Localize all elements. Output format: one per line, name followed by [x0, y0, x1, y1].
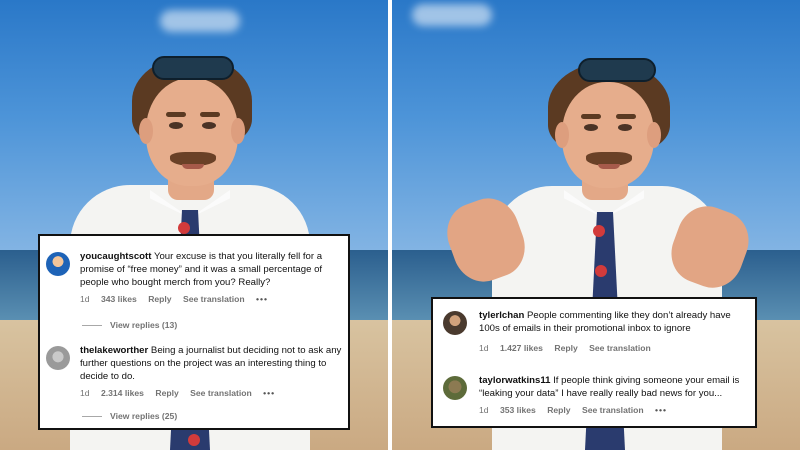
user-avatar-icon[interactable] [443, 376, 467, 400]
reply-button[interactable]: Reply [547, 405, 570, 415]
view-replies-button[interactable]: View replies (25) [82, 411, 177, 421]
video-frame-right: tylerlchan People commenting like they d… [392, 0, 800, 450]
comment-body: thelakeworther Being a journalist but de… [80, 344, 342, 383]
video-frame-left: youcaughtscott Your excuse is that you l… [0, 0, 388, 450]
reply-button[interactable]: Reply [148, 294, 171, 304]
see-translation-button[interactable]: See translation [582, 405, 644, 415]
reply-thread-line [82, 416, 102, 418]
comment-age: 1d [80, 388, 90, 398]
view-replies-label: View replies (13) [110, 320, 178, 330]
comment-likes[interactable]: 343 likes [101, 294, 137, 304]
see-translation-button[interactable]: See translation [589, 343, 651, 353]
comment-age: 1d [479, 343, 489, 353]
comment-body: tylerlchan People commenting like they d… [479, 309, 751, 335]
view-replies-button[interactable]: View replies (13) [82, 320, 177, 330]
more-options-icon[interactable]: ••• [256, 294, 268, 304]
user-avatar-icon[interactable] [46, 346, 70, 370]
comment-body: taylorwatkins11 If people think giving s… [479, 374, 751, 400]
reply-button[interactable]: Reply [554, 343, 577, 353]
user-avatar-icon[interactable] [443, 311, 467, 335]
comment-username[interactable]: thelakeworther [80, 345, 148, 356]
comment-body: youcaughtscott Your excuse is that you l… [80, 250, 342, 289]
comment-card: youcaughtscott Your excuse is that you l… [38, 234, 350, 430]
user-avatar-icon[interactable] [46, 252, 70, 276]
comment-username[interactable]: taylorwatkins11 [479, 375, 550, 386]
comment-meta: 1d 353 likes Reply See translation ••• [479, 405, 676, 415]
see-translation-button[interactable]: See translation [183, 294, 245, 304]
comment-likes[interactable]: 1.427 likes [500, 343, 543, 353]
comment-age: 1d [80, 294, 90, 304]
comment-likes[interactable]: 353 likes [500, 405, 536, 415]
comment-likes[interactable]: 2.314 likes [101, 388, 144, 398]
comment-username[interactable]: tylerlchan [479, 310, 524, 321]
comment-meta: 1d 1.427 likes Reply See translation [479, 343, 660, 353]
comment-age: 1d [479, 405, 489, 415]
comment-meta: 1d 343 likes Reply See translation ••• [80, 294, 277, 304]
comment-meta: 1d 2.314 likes Reply See translation ••• [80, 388, 284, 398]
comment-username[interactable]: youcaughtscott [80, 251, 151, 262]
more-options-icon[interactable]: ••• [263, 388, 275, 398]
reply-thread-line [82, 325, 102, 327]
reply-button[interactable]: Reply [155, 388, 178, 398]
view-replies-label: View replies (25) [110, 411, 178, 421]
comment-card: tylerlchan People commenting like they d… [431, 297, 757, 428]
see-translation-button[interactable]: See translation [190, 388, 252, 398]
more-options-icon[interactable]: ••• [655, 405, 667, 415]
